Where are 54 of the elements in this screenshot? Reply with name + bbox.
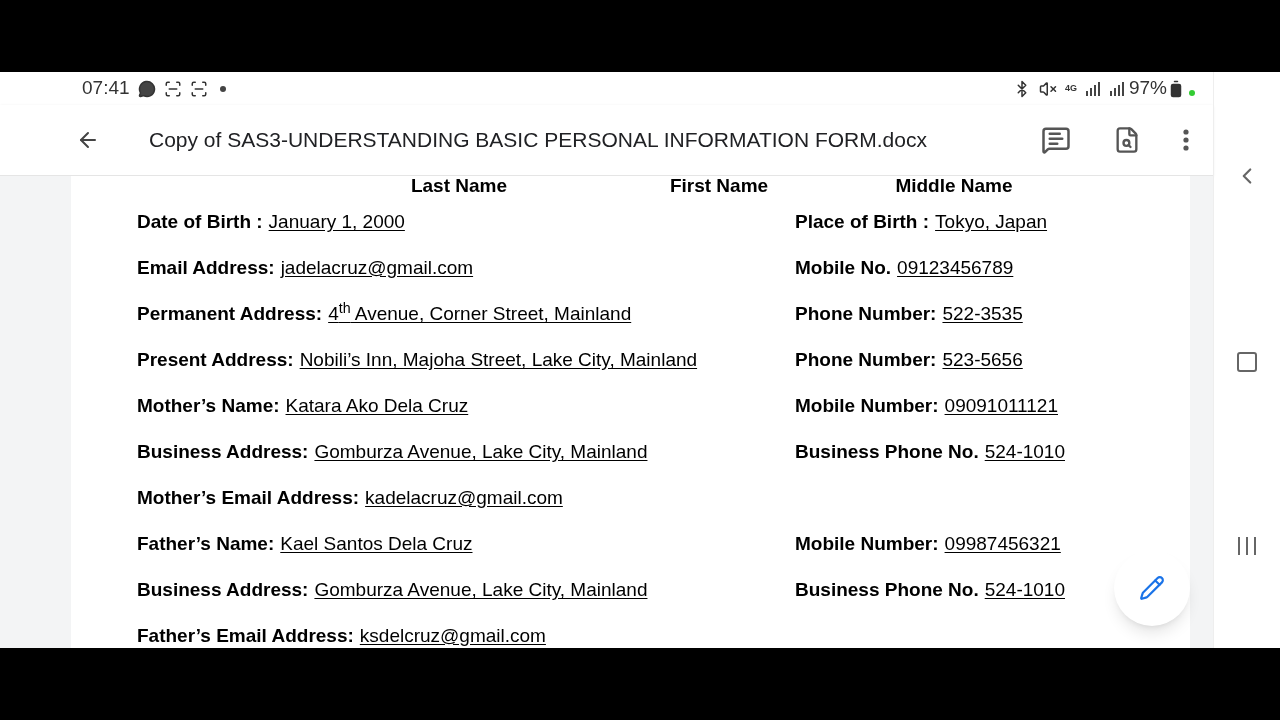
field-label: Permanent Address: [137,303,323,325]
signal-icon [1108,81,1125,96]
field-label: Mobile Number: [795,533,939,555]
field-value: January 1, 2000 [268,211,405,233]
name-heading: First Name [668,176,770,198]
field-value: Tokyo, Japan [935,211,1048,233]
field-value: Gomburza Avenue, Lake City, Mainland [314,579,648,601]
home-nav-button[interactable] [1235,350,1259,374]
field-value: 4$^{th}$ Avenue, Corner Street, Mainland [328,303,632,325]
field-value: kadelacruz@gmail.com [365,487,563,509]
home-square-icon [1235,350,1259,374]
battery-percent: 97% [1128,76,1167,101]
field-label: Present Address: [137,349,294,371]
field-label: Business Phone No. [795,579,979,601]
field-label: Father’s Email Address: [137,625,354,647]
field-value: Gomburza Avenue, Lake City, Mainland [314,441,648,463]
field-value: 09123456789 [897,257,1014,279]
field-value: 09091011121 [944,395,1058,417]
comments-icon [1041,125,1071,155]
field-label: Place of Birth : [795,211,930,233]
field-value: 524-1010 [984,579,1065,601]
field-label: Phone Number: [795,303,937,325]
field-label: Mobile No. [795,257,892,279]
field-value: Nobili’s Inn, Majoha Street, Lake City, Mainland [299,349,698,371]
document-title: Copy of SAS3-UNDERSTANDING BASIC PERSONAL INFORMATION FORM.docx [149,127,927,154]
signal-icon [1084,81,1101,96]
field-label: Date of Birth : [137,211,263,233]
chat-icon [137,79,156,98]
field-label: Business Phone No. [795,441,979,463]
field-label: Mother’s Name: [137,395,280,417]
recents-icon [1236,535,1258,558]
recents-nav-button[interactable] [1236,535,1258,558]
field-label: Mother’s Email Address: [137,487,360,509]
field-label: Business Address: [137,579,309,601]
field-value: Katara Ako Dela Cruz [285,395,469,417]
mute-icon [1038,79,1057,98]
field-label: Father’s Name: [137,533,275,555]
field-label: Email Address: [137,257,275,279]
field-value: 524-1010 [984,441,1065,463]
field-label: Phone Number: [795,349,937,371]
more-icon [1183,129,1189,151]
field-label: Mobile Number: [795,395,939,417]
name-heading: Middle Name [894,176,1014,198]
pencil-icon [1139,575,1165,601]
field-value: Kael Santos Dela Cruz [280,533,473,555]
field-value: jadelacruz@gmail.com [280,257,474,279]
name-heading: Last Name [409,176,509,198]
clock: 07:41 [82,76,130,101]
field-value: 09987456321 [944,533,1061,555]
field-value: ksdelcruz@gmail.com [359,625,546,647]
field-value: 522-3535 [942,303,1023,325]
field-label: Business Address: [137,441,309,463]
network-type: 4G [1064,81,1077,95]
field-value: 523-5656 [942,349,1023,371]
